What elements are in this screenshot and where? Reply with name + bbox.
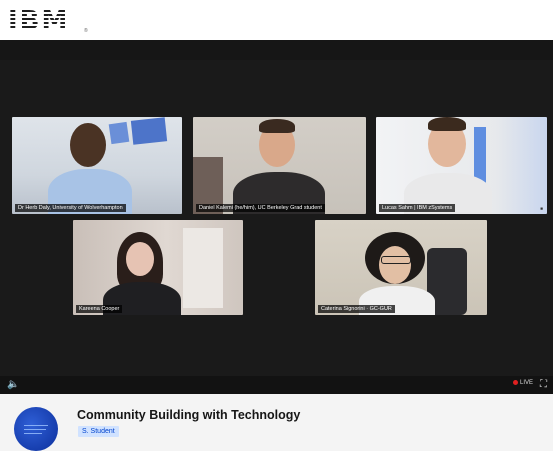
person-face xyxy=(126,242,154,276)
person-hair xyxy=(428,117,466,131)
ibm-logo[interactable]: IBM xyxy=(8,6,69,36)
participant-name-label: Caterina Signorini · GC-GUR xyxy=(318,305,395,313)
live-label: LIVE xyxy=(520,380,534,387)
avatar-text-line xyxy=(24,425,48,426)
wall-poster xyxy=(130,117,168,145)
video-stage: Dr Herb Daly, University of Wolverhampto… xyxy=(0,60,553,376)
camera-badge: ■ xyxy=(540,206,543,211)
person-face xyxy=(379,246,411,284)
site-header: IBM ® xyxy=(0,0,553,40)
avatar-text-line xyxy=(24,429,46,430)
registered-mark: ® xyxy=(84,28,88,34)
participant-name-label: Dr Herb Daly, University of Wolverhampto… xyxy=(15,204,126,212)
participant-tile-4: Kareena Cooper xyxy=(73,220,243,315)
role-badge: S. Student xyxy=(78,426,119,437)
participant-name-label: Lucas Sahm | IBM zSystems xyxy=(379,204,456,212)
event-title: Community Building with Technology xyxy=(77,408,301,422)
event-avatar[interactable] xyxy=(14,407,58,451)
participant-name-label: Kareena Cooper xyxy=(76,305,123,313)
glasses xyxy=(381,256,411,264)
player-top-bar xyxy=(0,40,553,60)
fullscreen-icon[interactable]: ⛶ xyxy=(540,379,547,390)
participant-tile-5: Caterina Signorini · GC-GUR xyxy=(315,220,487,315)
live-indicator: LIVE xyxy=(513,380,533,386)
person-hair xyxy=(259,119,295,133)
person-head xyxy=(70,123,106,167)
player-control-bar: 🔈 LIVE ⛶ xyxy=(0,376,553,394)
video-player[interactable]: Dr Herb Daly, University of Wolverhampto… xyxy=(0,40,553,394)
participant-name-label: Daniel Kalemi (he/him), UC Berkeley Grad… xyxy=(196,204,325,212)
background-door xyxy=(183,228,223,308)
wall-poster xyxy=(108,121,130,145)
participant-tile-1: Dr Herb Daly, University of Wolverhampto… xyxy=(12,117,182,214)
live-dot-icon xyxy=(513,380,518,385)
participant-tile-3: Lucas Sahm | IBM zSystems ■ xyxy=(376,117,547,214)
event-info-panel: Community Building with Technology S. St… xyxy=(0,394,553,451)
participant-tile-2: Daniel Kalemi (he/him), UC Berkeley Grad… xyxy=(193,117,366,214)
avatar-text-line xyxy=(24,433,42,434)
speaker-icon[interactable]: 🔈 xyxy=(7,379,19,390)
